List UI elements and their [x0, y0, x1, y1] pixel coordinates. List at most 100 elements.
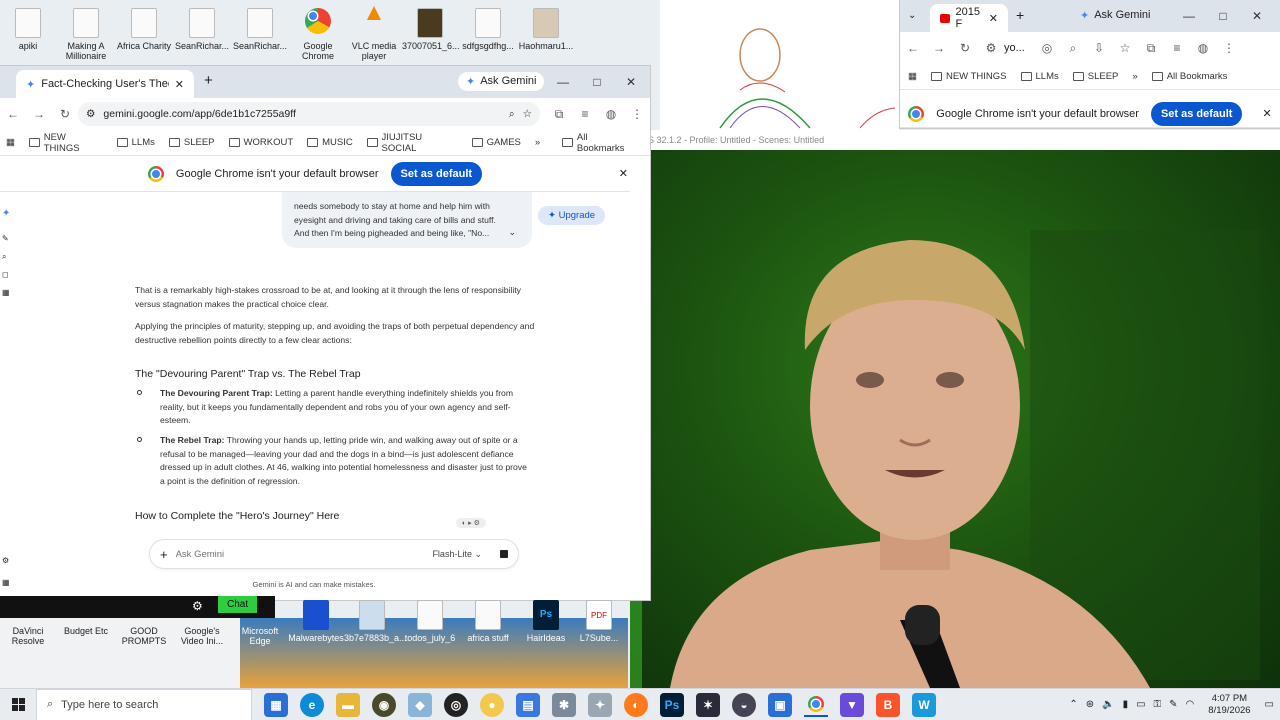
set-default-button[interactable]: Set as default	[1150, 101, 1243, 126]
close-infobar-icon[interactable]: ✕	[1262, 107, 1271, 120]
new-chat-icon[interactable]: ✎	[2, 234, 9, 243]
bookmark-folder[interactable]: LLMs	[1020, 71, 1059, 82]
zoom-icon[interactable]: ⌕	[1060, 41, 1086, 56]
profile-icon[interactable]: ◍	[598, 107, 624, 121]
minimize-icon[interactable]: —	[1172, 0, 1206, 32]
menu-icon[interactable]: ⋮	[1216, 41, 1242, 55]
set-default-button[interactable]: Set as default	[390, 161, 483, 186]
profile-icon[interactable]: ◍	[1190, 41, 1216, 55]
desktop-icon[interactable]: SeanRichar...	[232, 8, 288, 51]
all-bookmarks[interactable]: All Bookmarks	[562, 132, 636, 154]
minimize-icon[interactable]: —	[546, 66, 580, 98]
windows-start-button[interactable]	[0, 689, 36, 720]
app-icon[interactable]: ▣	[768, 692, 792, 717]
desktop-icon[interactable]: GOOD PROMPTS	[116, 626, 172, 646]
desktop-icon[interactable]: 37007051_6...	[402, 8, 460, 51]
close-window-icon[interactable]: ✕	[614, 66, 648, 98]
tray-app-icon[interactable]: ⚿	[1154, 699, 1162, 710]
bookmark-folder[interactable]: JIUJITSU SOCIAL	[366, 132, 458, 154]
firefox-icon[interactable]: ◐	[624, 692, 648, 717]
expand-message-icon[interactable]: ⌄	[508, 226, 516, 240]
address-bar[interactable]: yo...	[1004, 42, 1034, 54]
volume-icon[interactable]: 🔈	[1102, 699, 1114, 710]
model-selector[interactable]: Flash-Lite ⌄	[432, 549, 482, 560]
brave-icon[interactable]: B	[876, 692, 900, 717]
desktop-icon[interactable]: Budget Etc	[58, 626, 114, 636]
reload-icon[interactable]: ↻	[952, 41, 978, 55]
back-icon[interactable]: ←	[0, 107, 26, 121]
taskbar-search-box[interactable]: ⌕ Type here to search	[36, 688, 252, 720]
chat-history-icon[interactable]: ◻	[2, 270, 9, 279]
more-bookmarks-icon[interactable]: »	[1132, 71, 1137, 82]
chat-button[interactable]: Chat	[218, 596, 258, 613]
file-explorer-icon[interactable]: ▬	[336, 692, 360, 717]
desktop-icon-malwarebytes[interactable]: Malwarebytes	[288, 600, 344, 643]
apps-icon[interactable]: ▦	[908, 71, 917, 82]
new-tab-icon[interactable]: +	[1016, 7, 1024, 23]
obs-icon[interactable]: ◎	[444, 692, 468, 717]
back-icon[interactable]: ←	[900, 41, 926, 55]
add-attachment-icon[interactable]: +	[160, 547, 168, 562]
stop-icon[interactable]	[500, 550, 508, 558]
wifi-icon[interactable]: ◠	[1186, 699, 1195, 710]
davinci-icon[interactable]: ✶	[696, 692, 720, 717]
media-icon[interactable]: ≡	[572, 107, 598, 121]
close-tab-icon[interactable]: ✕	[989, 12, 998, 25]
desktop-icon[interactable]: 3b7e7883b_a...	[344, 600, 407, 643]
zoom-icon[interactable]: ⌕	[509, 108, 515, 121]
ask-gemini-button[interactable]: ✦ Ask Gemini	[1080, 9, 1150, 22]
bookmark-folder[interactable]: GAMES	[471, 137, 521, 148]
close-infobar-icon[interactable]: ✕	[619, 167, 628, 180]
tab-youtube[interactable]: 2015 F ✕	[930, 4, 1008, 32]
settings-icon[interactable]: ⚙	[192, 599, 203, 613]
upgrade-button[interactable]: ✦ Upgrade	[538, 206, 606, 225]
more-bookmarks-icon[interactable]: »	[535, 137, 540, 148]
site-info-icon[interactable]: ⚙	[86, 108, 95, 120]
extensions-icon[interactable]: ⧉	[546, 107, 572, 122]
search-icon[interactable]: ⌕	[2, 252, 6, 262]
bookmark-star-icon[interactable]: ☆	[1112, 41, 1138, 55]
lens-icon[interactable]: ◎	[1034, 41, 1060, 55]
desktop-icon[interactable]: sdfgsgdfhg...	[460, 8, 516, 51]
settings-icon[interactable]: ⚙	[2, 556, 9, 565]
desktop-icon-photoshop[interactable]: Ps HairIdeas	[518, 600, 574, 643]
reload-icon[interactable]: ↻	[52, 107, 78, 121]
media-icon[interactable]: ≡	[1164, 41, 1190, 55]
tts-controls[interactable]: ◐ ▸ ⚙	[456, 518, 486, 528]
desktop-icon-vlc[interactable]: ▲ VLC media player	[346, 1, 402, 62]
desktop-icon[interactable]: Google's Video Ini...	[174, 626, 230, 646]
bookmark-folder[interactable]: NEW THINGS	[28, 132, 103, 154]
app-icon[interactable]: ▼	[840, 692, 864, 717]
tab-gemini[interactable]: ✦ Fact-Checking User's Theories ✕	[16, 70, 194, 98]
chevron-up-icon[interactable]: ⌃	[1069, 699, 1077, 710]
extensions-icon[interactable]: ⧉	[1138, 41, 1164, 56]
notifications-icon[interactable]: ▭	[1265, 699, 1274, 710]
tray-app-icon[interactable]: ⊛	[1086, 699, 1094, 710]
desktop-icon[interactable]: apiki	[0, 8, 56, 51]
apps-icon[interactable]: ▦	[6, 137, 15, 148]
app-icon[interactable]: ◉	[372, 692, 396, 717]
bookmark-folder[interactable]: NEW THINGS	[930, 71, 1007, 82]
app-icon[interactable]: ◒	[732, 692, 756, 717]
gems-icon[interactable]: ▦	[2, 288, 10, 297]
desktop-icon[interactable]: Africa Charity	[116, 8, 172, 51]
bookmark-folder[interactable]: MUSIC	[307, 137, 353, 148]
network-icon[interactable]: ▭	[1136, 699, 1145, 710]
chrome-taskbar-button[interactable]	[804, 693, 828, 717]
task-view-icon[interactable]: ▦	[264, 692, 288, 717]
forward-icon[interactable]: →	[26, 107, 52, 121]
ask-gemini-input[interactable]	[175, 548, 425, 560]
desktop-icon-chrome[interactable]: Google Chrome	[290, 8, 346, 61]
desktop-icon[interactable]: Microsoft Edge	[232, 626, 288, 646]
tab-list-icon[interactable]: ⌄	[908, 10, 916, 21]
install-icon[interactable]: ⇩	[1086, 41, 1112, 55]
bookmark-folder[interactable]: LLMs	[116, 137, 155, 148]
clock[interactable]: 4:07 PM 8/19/2026	[1208, 693, 1250, 717]
desktop-icon[interactable]: Making A Millionaire	[58, 8, 114, 61]
pen-icon[interactable]: ✎	[1169, 699, 1177, 710]
close-tab-icon[interactable]: ✕	[175, 78, 184, 91]
new-tab-icon[interactable]: +	[204, 72, 213, 89]
all-bookmarks[interactable]: All Bookmarks	[1151, 71, 1227, 82]
desktop-icon[interactable]: Haohmaru1...	[518, 8, 574, 51]
menu-icon[interactable]: ⋮	[624, 107, 650, 121]
